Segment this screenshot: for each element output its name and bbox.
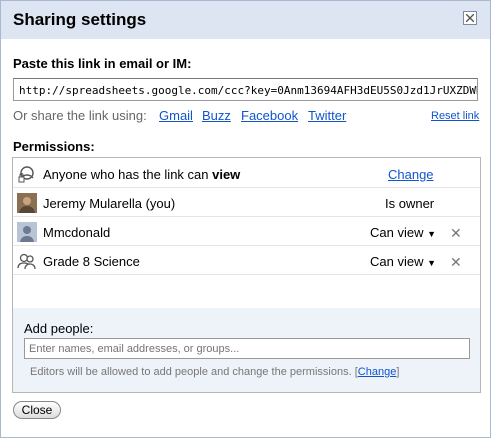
reset-link[interactable]: Reset link	[431, 110, 479, 122]
dropdown-arrow-icon: ▼	[427, 258, 437, 268]
permissions-label: Permissions:	[13, 139, 95, 154]
change-link-access-button[interactable]: Change	[388, 167, 434, 182]
share-using-label: Or share the link using:	[13, 108, 147, 123]
share-gmail-link[interactable]: Gmail	[159, 108, 193, 123]
share-twitter-link[interactable]: Twitter	[308, 108, 346, 123]
link-access-level: view	[212, 167, 241, 182]
link-access-prefix: Anyone who has the link can	[43, 167, 213, 182]
share-facebook-link[interactable]: Facebook	[241, 108, 298, 123]
person-name: Mmcdonald	[43, 225, 111, 240]
close-button[interactable]: Close	[13, 401, 61, 419]
role-dropdown[interactable]: Can view ▼	[370, 254, 436, 269]
paste-link-label: Paste this link in email or IM:	[13, 56, 192, 71]
group-icon	[17, 251, 37, 271]
remove-person-icon[interactable]: ✕	[450, 225, 462, 242]
link-access-row: Anyone who has the link can view Change	[13, 160, 480, 188]
role-dropdown-value: Can view	[370, 254, 424, 269]
group-name: Grade 8 Science	[43, 254, 140, 269]
role-dropdown-value: Can view	[370, 225, 424, 240]
person-icon	[17, 222, 37, 242]
sharing-settings-dialog: Sharing settings Paste this link in emai…	[0, 0, 491, 438]
add-people-label: Add people:	[24, 321, 94, 336]
close-x-icon[interactable]	[463, 11, 477, 25]
editors-note-text: Editors will be allowed to add people an…	[30, 366, 352, 378]
dialog-titlebar: Sharing settings	[1, 1, 490, 39]
add-people-panel: Add people: Editors will be allowed to a…	[13, 308, 480, 392]
dialog-title: Sharing settings	[13, 10, 147, 29]
permission-row-mmcdonald: Mmcdonald Can view ▼ ✕	[13, 218, 480, 246]
remove-group-icon[interactable]: ✕	[450, 254, 462, 271]
link-access-icon	[17, 164, 37, 184]
dropdown-arrow-icon: ▼	[427, 229, 437, 239]
permissions-list: Anyone who has the link can view Change …	[12, 157, 481, 393]
share-buzz-link[interactable]: Buzz	[202, 108, 231, 123]
editors-note: Editors will be allowed to add people an…	[30, 366, 400, 378]
avatar	[17, 193, 37, 213]
person-name: Jeremy Mularella (you)	[43, 196, 176, 211]
change-editors-link[interactable]: Change	[358, 366, 397, 378]
permission-row-grade8: Grade 8 Science Can view ▼ ✕	[13, 247, 480, 275]
role-dropdown[interactable]: Can view ▼	[370, 225, 436, 240]
permission-row-owner: Jeremy Mularella (you) Is owner	[13, 189, 480, 217]
share-link-field[interactable]: http://spreadsheets.google.com/ccc?key=0…	[13, 78, 478, 101]
owner-role-label: Is owner	[385, 196, 435, 211]
add-people-input[interactable]	[24, 338, 470, 359]
link-access-text: Anyone who has the link can view	[43, 167, 240, 182]
